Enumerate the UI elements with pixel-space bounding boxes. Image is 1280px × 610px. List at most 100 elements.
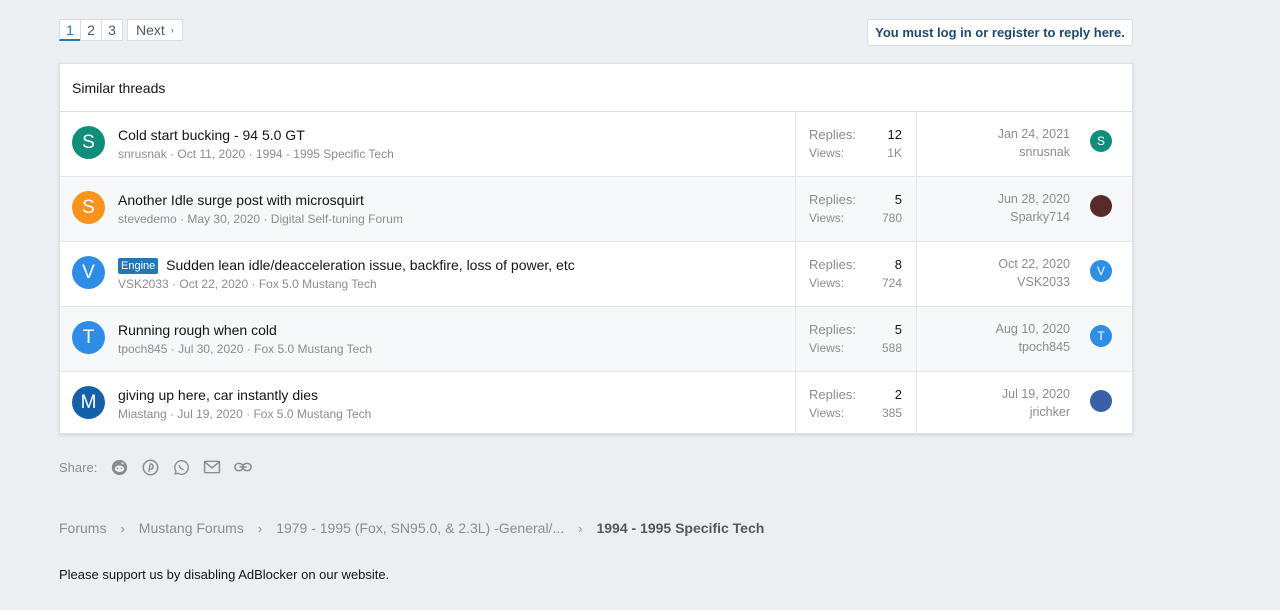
thread-title-text[interactable]: Another Idle surge post with microsquirt xyxy=(118,192,364,208)
thread-prefix-badge[interactable]: Engine xyxy=(118,258,159,274)
views-label: Views: xyxy=(809,146,845,160)
replies-label: Replies: xyxy=(809,387,856,402)
pagination: 1 2 3 Next › xyxy=(59,19,183,41)
breadcrumb-forums[interactable]: Forums xyxy=(59,520,106,536)
thread-author[interactable]: snrusnak xyxy=(118,147,167,161)
last-poster-avatar[interactable]: V xyxy=(1090,260,1112,282)
thread-author[interactable]: tpoch845 xyxy=(118,342,167,356)
thread-author[interactable]: Miastang xyxy=(118,407,167,421)
thread-title[interactable]: Another Idle surge post with microsquirt xyxy=(118,192,364,208)
views-count: 780 xyxy=(881,211,902,225)
last-post-date[interactable]: Oct 22, 2020 xyxy=(998,257,1070,271)
thread-forum[interactable]: Fox 5.0 Mustang Tech xyxy=(259,277,377,291)
thread-author[interactable]: VSK2033 xyxy=(118,277,169,291)
chevron-right-icon: › xyxy=(170,25,174,35)
avatar[interactable]: S xyxy=(72,191,105,224)
thread-date[interactable]: Jul 30, 2020 xyxy=(178,342,243,356)
thread-forum[interactable]: Fox 5.0 Mustang Tech xyxy=(254,342,372,356)
thread-forum[interactable]: Fox 5.0 Mustang Tech xyxy=(253,407,371,421)
views-stat: Views: 385 xyxy=(809,406,902,420)
reddit-icon[interactable] xyxy=(110,458,128,476)
similar-threads-heading: Similar threads xyxy=(60,64,1132,112)
chevron-right-icon: › xyxy=(257,520,263,536)
replies-count: 12 xyxy=(887,127,902,142)
thread-row: T Running rough when cold tpoch845 · Jul… xyxy=(60,307,1132,372)
replies-label: Replies: xyxy=(809,192,856,207)
thread-forum[interactable]: Digital Self-tuning Forum xyxy=(271,212,403,226)
replies-count: 8 xyxy=(894,257,902,272)
views-label: Views: xyxy=(809,211,845,225)
thread-main-cell: S Cold start bucking - 94 5.0 GT snrusna… xyxy=(60,112,796,176)
last-post-user[interactable]: tpoch845 xyxy=(1019,340,1070,354)
thread-title-text[interactable]: Sudden lean idle/deacceleration issue, b… xyxy=(166,257,575,273)
thread-author[interactable]: stevedemo xyxy=(118,212,177,226)
last-post-user[interactable]: VSK2033 xyxy=(1017,275,1070,289)
login-register-button[interactable]: You must log in or register to reply her… xyxy=(867,19,1133,46)
views-label: Views: xyxy=(809,341,845,355)
thread-row: S Cold start bucking - 94 5.0 GT snrusna… xyxy=(60,112,1132,177)
page-2-button[interactable]: 2 xyxy=(80,19,102,41)
chevron-right-icon: › xyxy=(120,520,125,536)
thread-main-cell: S Another Idle surge post with microsqui… xyxy=(60,177,796,241)
avatar[interactable]: S xyxy=(72,126,105,159)
thread-title[interactable]: Running rough when cold xyxy=(118,322,277,338)
similar-threads-block: Similar threads S Cold start bucking - 9… xyxy=(59,63,1133,436)
breadcrumb-general[interactable]: 1979 - 1995 (Fox, SN95.0, & 2.3L) -Gener… xyxy=(276,520,564,536)
page-3-button[interactable]: 3 xyxy=(101,19,123,41)
views-count: 385 xyxy=(881,406,902,420)
whatsapp-icon[interactable] xyxy=(172,458,190,476)
thread-date[interactable]: Jul 19, 2020 xyxy=(177,407,242,421)
thread-title[interactable]: Cold start bucking - 94 5.0 GT xyxy=(118,127,305,143)
last-poster-avatar[interactable] xyxy=(1090,390,1112,412)
replies-stat: Replies: 8 xyxy=(809,257,902,272)
avatar[interactable]: T xyxy=(72,321,105,354)
breadcrumb-mustang-forums[interactable]: Mustang Forums xyxy=(139,520,244,536)
breadcrumb-current[interactable]: 1994 - 1995 Specific Tech xyxy=(596,520,764,536)
last-post-user[interactable]: jrichker xyxy=(1030,405,1070,419)
share-bar: Share: xyxy=(59,458,253,476)
views-stat: Views: 588 xyxy=(809,341,902,355)
thread-title-text[interactable]: Running rough when cold xyxy=(118,322,277,338)
last-post-date[interactable]: Jun 28, 2020 xyxy=(998,192,1070,206)
replies-stat: Replies: 5 xyxy=(809,192,902,207)
thread-date[interactable]: May 30, 2020 xyxy=(187,212,260,226)
thread-date[interactable]: Oct 11, 2020 xyxy=(177,147,245,161)
thread-title-text[interactable]: Cold start bucking - 94 5.0 GT xyxy=(118,127,305,143)
share-label: Share: xyxy=(59,459,98,475)
email-icon[interactable] xyxy=(203,458,221,476)
thread-meta: stevedemo · May 30, 2020 · Digital Self-… xyxy=(118,212,403,226)
meta-separator: · xyxy=(251,277,259,291)
thread-meta: VSK2033 · Oct 22, 2020 · Fox 5.0 Mustang… xyxy=(118,277,377,291)
thread-title[interactable]: Engine Sudden lean idle/deacceleration i… xyxy=(118,257,575,274)
next-label: Next xyxy=(136,22,165,38)
avatar[interactable]: V xyxy=(72,256,105,289)
last-poster-avatar[interactable]: T xyxy=(1090,325,1112,347)
last-post-user[interactable]: Sparky714 xyxy=(1010,210,1070,224)
thread-date[interactable]: Oct 22, 2020 xyxy=(179,277,248,291)
last-post-date[interactable]: Aug 10, 2020 xyxy=(996,322,1070,336)
replies-count: 5 xyxy=(894,322,902,337)
next-page-button[interactable]: Next › xyxy=(127,19,183,41)
thread-last-post-cell: Jul 19, 2020 jrichker xyxy=(917,372,1132,436)
last-post-user[interactable]: snrusnak xyxy=(1019,145,1070,159)
thread-stats-cell: Replies: 5 Views: 588 xyxy=(796,307,917,371)
meta-separator: · xyxy=(170,342,179,356)
views-stat: Views: 724 xyxy=(809,276,902,290)
avatar[interactable]: M xyxy=(72,386,105,419)
views-count: 724 xyxy=(881,276,902,290)
thread-title-text[interactable]: giving up here, car instantly dies xyxy=(118,387,318,403)
thread-forum[interactable]: 1994 - 1995 Specific Tech xyxy=(256,147,394,161)
replies-stat: Replies: 12 xyxy=(809,127,902,142)
last-post-date[interactable]: Jul 19, 2020 xyxy=(1002,387,1070,401)
meta-separator: · xyxy=(263,212,271,226)
last-poster-avatar[interactable] xyxy=(1090,195,1112,217)
page-1-button[interactable]: 1 xyxy=(59,19,81,41)
last-poster-avatar[interactable]: S xyxy=(1090,130,1112,152)
thread-stats-cell: Replies: 8 Views: 724 xyxy=(796,242,917,306)
thread-title[interactable]: giving up here, car instantly dies xyxy=(118,387,318,403)
last-post-date[interactable]: Jan 24, 2021 xyxy=(998,127,1070,141)
thread-stats-cell: Replies: 2 Views: 385 xyxy=(796,372,917,436)
thread-meta: tpoch845 · Jul 30, 2020 · Fox 5.0 Mustan… xyxy=(118,342,372,356)
pinterest-icon[interactable] xyxy=(141,458,159,476)
link-icon[interactable] xyxy=(234,458,253,476)
